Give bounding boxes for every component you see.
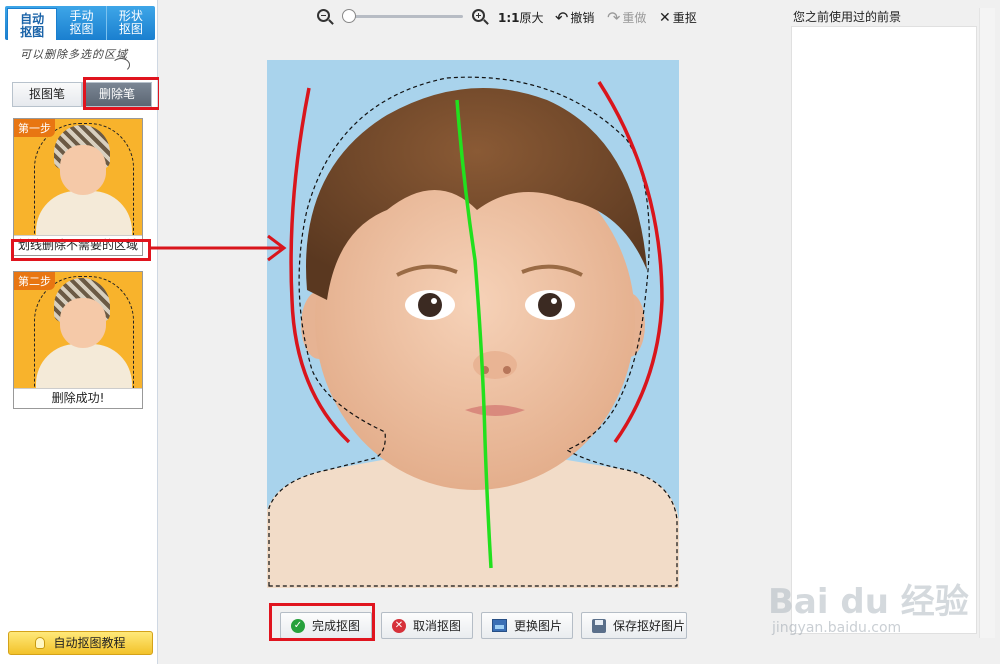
mode-tabs: 自动 抠图 手动 抠图 形状 抠图 [5,6,155,40]
redo-icon: ↷ [607,7,621,27]
annotation-highlight-delete-pen [83,77,161,110]
photo-svg [267,60,679,588]
change-label: 更换图片 [514,619,563,633]
auto-cutout-tutorial-button[interactable]: 自动抠图教程 [8,631,153,655]
undo-label: 撤销 [570,11,595,25]
lightbulb-icon [35,637,46,649]
tab-label-line2: 抠图 [69,22,94,36]
annotation-highlight-finish [269,603,375,641]
annotation-highlight-step-1-caption [11,239,151,261]
right-panel: 您之前使用过的前景 [787,0,1000,664]
step-card-2: 第二步 删除成功! [13,271,143,409]
ratio-label: 1:1 [498,10,520,25]
tutorial-label: 自动抠图教程 [53,636,126,650]
zoom-in-icon [472,9,485,22]
save-label: 保存抠好图片 [613,619,686,633]
thumb-selection-outline [34,276,134,388]
left-panel: 自动 抠图 手动 抠图 形状 抠图 可以删除多选的区域 抠图笔 删除笔 第一步 … [0,0,161,664]
bottom-action-bar: ✓ 完成抠图 ✕ 取消抠图 更换图片 保存抠好图片 [159,612,787,640]
cancel-icon: ✕ [392,618,406,633]
cancel-cutout-button[interactable]: ✕ 取消抠图 [381,612,473,639]
cancel-label: 取消抠图 [413,619,462,633]
baby-nose [473,351,517,379]
recent-foregrounds-list[interactable] [791,26,977,634]
reset-label: 重抠 [672,11,697,25]
editor-area: 1:1 原大 ↶ 撤销 ↷ 重做 ✕ 重抠 ✓ 完成抠图 ✕ 取消抠图 更换图片… [159,0,787,664]
step-1-tag: 第一步 [14,119,55,137]
zoom-out-icon [317,9,330,22]
change-image-button[interactable]: 更换图片 [481,612,573,639]
redo-label: 重做 [622,11,647,25]
original-size-button[interactable]: 1:1 原大 [498,9,544,26]
original-size-label: 原大 [519,11,544,25]
undo-button[interactable]: ↶ 撤销 [555,9,594,26]
step-2-caption: 删除成功! [14,388,142,408]
save-icon [592,618,606,633]
tab-label-line2: 抠图 [20,25,45,39]
tab-label-line2: 抠图 [118,22,143,36]
reset-button[interactable]: ✕ 重抠 [659,9,697,26]
handwritten-curl [112,58,130,72]
step-2-thumbnail: 第二步 [14,272,142,388]
handwritten-note: 可以删除多选的区域 [20,48,128,61]
save-cutout-button[interactable]: 保存抠好图片 [581,612,687,639]
zoom-slider-handle[interactable] [342,9,356,23]
image-icon [492,619,507,632]
zoom-out-button[interactable] [317,9,330,22]
tab-manual-cutout[interactable]: 手动 抠图 [57,6,107,40]
tab-auto-cutout[interactable]: 自动 抠图 [7,8,58,40]
tab-shape-cutout[interactable]: 形状 抠图 [107,6,155,40]
zoom-slider-track[interactable] [343,15,463,18]
right-panel-scrollbar[interactable] [979,8,995,638]
zoom-in-button[interactable] [472,9,485,22]
step-card-1: 第一步 划线删除不需要的区域 [13,118,143,256]
redo-button[interactable]: ↷ 重做 [607,9,646,26]
step-2-tag: 第二步 [14,272,55,290]
undo-icon: ↶ [555,7,569,27]
toolbar: 1:1 原大 ↶ 撤销 ↷ 重做 ✕ 重抠 [159,0,787,34]
photo-canvas[interactable] [267,60,679,588]
recent-foregrounds-title: 您之前使用过的前景 [793,10,902,24]
step-1-thumbnail: 第一步 [14,119,142,235]
thumb-selection-outline [34,123,134,235]
close-icon: ✕ [659,9,671,26]
select-pen-button[interactable]: 抠图笔 [12,82,82,107]
